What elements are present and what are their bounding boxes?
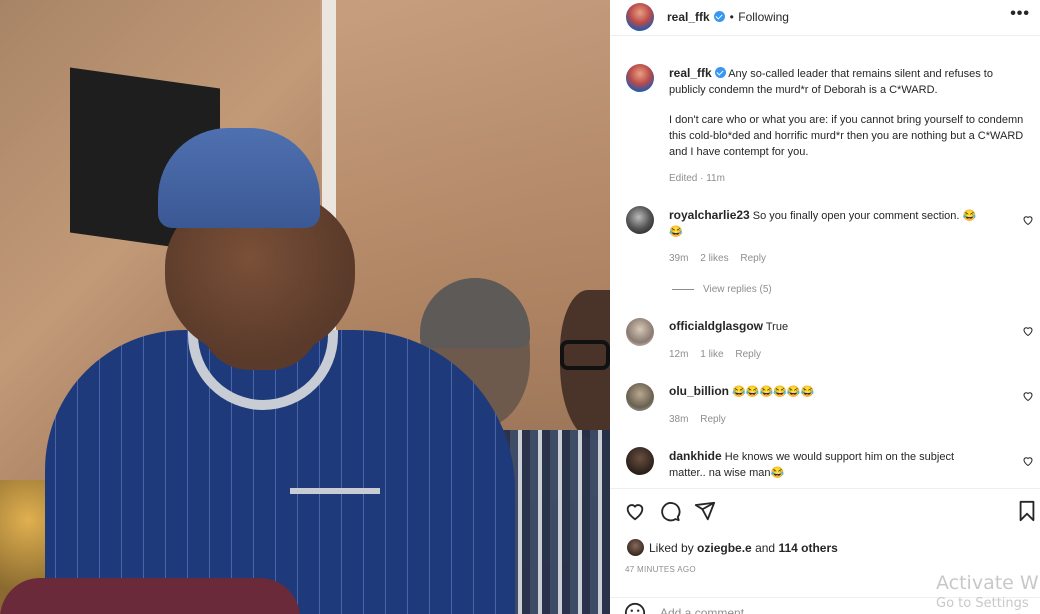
bookmark-icon[interactable]: [1016, 500, 1038, 522]
photo-glasses: [560, 340, 610, 370]
comment-time: 38m: [669, 414, 689, 425]
share-send-icon[interactable]: [694, 500, 716, 522]
comment-avatar[interactable]: [626, 383, 654, 411]
post-side-panel: real_ffk • Following ••• real_ffk Any so…: [610, 0, 1040, 614]
liked-by-avatar[interactable]: [627, 539, 644, 556]
comment-text: 😂😂😂😂😂😂: [732, 386, 815, 398]
liked-by-user[interactable]: oziegbe.e: [697, 541, 752, 555]
watermark-line-2[interactable]: Go to Settings: [936, 596, 1039, 611]
comment-like-heart-icon[interactable]: [1022, 325, 1034, 337]
liked-by-row: Liked by oziegbe.e and 114 others: [649, 541, 838, 555]
caption: real_ffk Any so-called leader that remai…: [669, 65, 1029, 98]
photo-foreground: [0, 578, 300, 614]
comment-like-heart-icon[interactable]: [1022, 214, 1034, 226]
post-photo[interactable]: [0, 0, 610, 614]
header-author-row: real_ffk • Following: [667, 8, 789, 26]
comment-text: True: [765, 321, 789, 333]
comment-text: He knows we would support him on the sub…: [724, 451, 955, 463]
comment-avatar[interactable]: [626, 447, 654, 475]
liked-by-prefix: Liked by: [649, 541, 694, 555]
emoji-icon[interactable]: [624, 602, 646, 614]
reply-button[interactable]: Reply: [700, 414, 726, 425]
comment-likes[interactable]: 1 like: [700, 349, 723, 360]
comment-username[interactable]: officialdglasgow: [669, 319, 763, 333]
photo-pocket: [290, 488, 380, 494]
comment-username[interactable]: dankhide: [669, 449, 722, 463]
author-username[interactable]: real_ffk: [667, 10, 710, 24]
post-header: real_ffk • Following •••: [610, 0, 1040, 36]
watermark-line-1: Activate W: [936, 572, 1039, 594]
comment-text-cont: 😂: [669, 226, 683, 238]
reply-button[interactable]: Reply: [735, 349, 761, 360]
verified-icon: [714, 11, 726, 22]
comment-username[interactable]: olu_billion: [669, 384, 729, 398]
comment-row: dankhide He knows we would support him o…: [669, 448, 1009, 481]
comment-row: officialdglasgow True: [669, 318, 1009, 335]
comment-time: 12m: [669, 349, 689, 360]
caption-username[interactable]: real_ffk: [669, 66, 712, 80]
comment-like-heart-icon[interactable]: [1022, 455, 1034, 467]
comment-likes[interactable]: 2 likes: [700, 253, 728, 264]
comment-meta: 39m 2 likes Reply: [669, 253, 775, 264]
comment-avatar[interactable]: [626, 318, 654, 346]
like-heart-icon[interactable]: [624, 500, 646, 522]
following-button[interactable]: Following: [738, 10, 789, 24]
add-comment-input[interactable]: Add a comment...: [660, 606, 754, 614]
caption-text-2: I don't care who or what you are: if you…: [669, 114, 1024, 158]
comment-time: 39m: [669, 253, 689, 264]
reply-button[interactable]: Reply: [740, 253, 766, 264]
comment-text: So you finally open your comment section…: [752, 210, 977, 222]
comment-meta: 38m Reply: [669, 414, 735, 425]
comment-row: royalcharlie23 So you finally open your …: [669, 207, 1009, 240]
view-replies-line: [672, 288, 694, 290]
separator-dot: •: [729, 10, 734, 24]
view-replies-row[interactable]: View replies (5): [672, 284, 781, 295]
comment-meta: 12m 1 like Reply: [669, 349, 770, 360]
comment-bubble-icon[interactable]: [659, 500, 681, 522]
comment-avatar[interactable]: [626, 206, 654, 234]
post-time-ago: 47 MINUTES AGO: [625, 565, 696, 574]
liked-by-and: and: [755, 541, 776, 555]
comment-row: olu_billion 😂😂😂😂😂😂: [669, 383, 1009, 400]
windows-activation-watermark: Activate W Go to Settings: [936, 572, 1039, 611]
more-options-icon[interactable]: •••: [1010, 5, 1030, 23]
caption-edited: Edited · 11m: [669, 173, 725, 184]
comment-username[interactable]: royalcharlie23: [669, 208, 750, 222]
comment-like-heart-icon[interactable]: [1022, 390, 1034, 402]
view-replies-button[interactable]: View replies (5): [703, 284, 772, 295]
caption-avatar[interactable]: [626, 64, 654, 92]
liked-by-others[interactable]: 114 others: [778, 541, 837, 555]
author-avatar[interactable]: [626, 3, 654, 31]
verified-icon: [714, 67, 726, 78]
comment-text-cont: matter.. na wise man😂: [669, 467, 785, 479]
